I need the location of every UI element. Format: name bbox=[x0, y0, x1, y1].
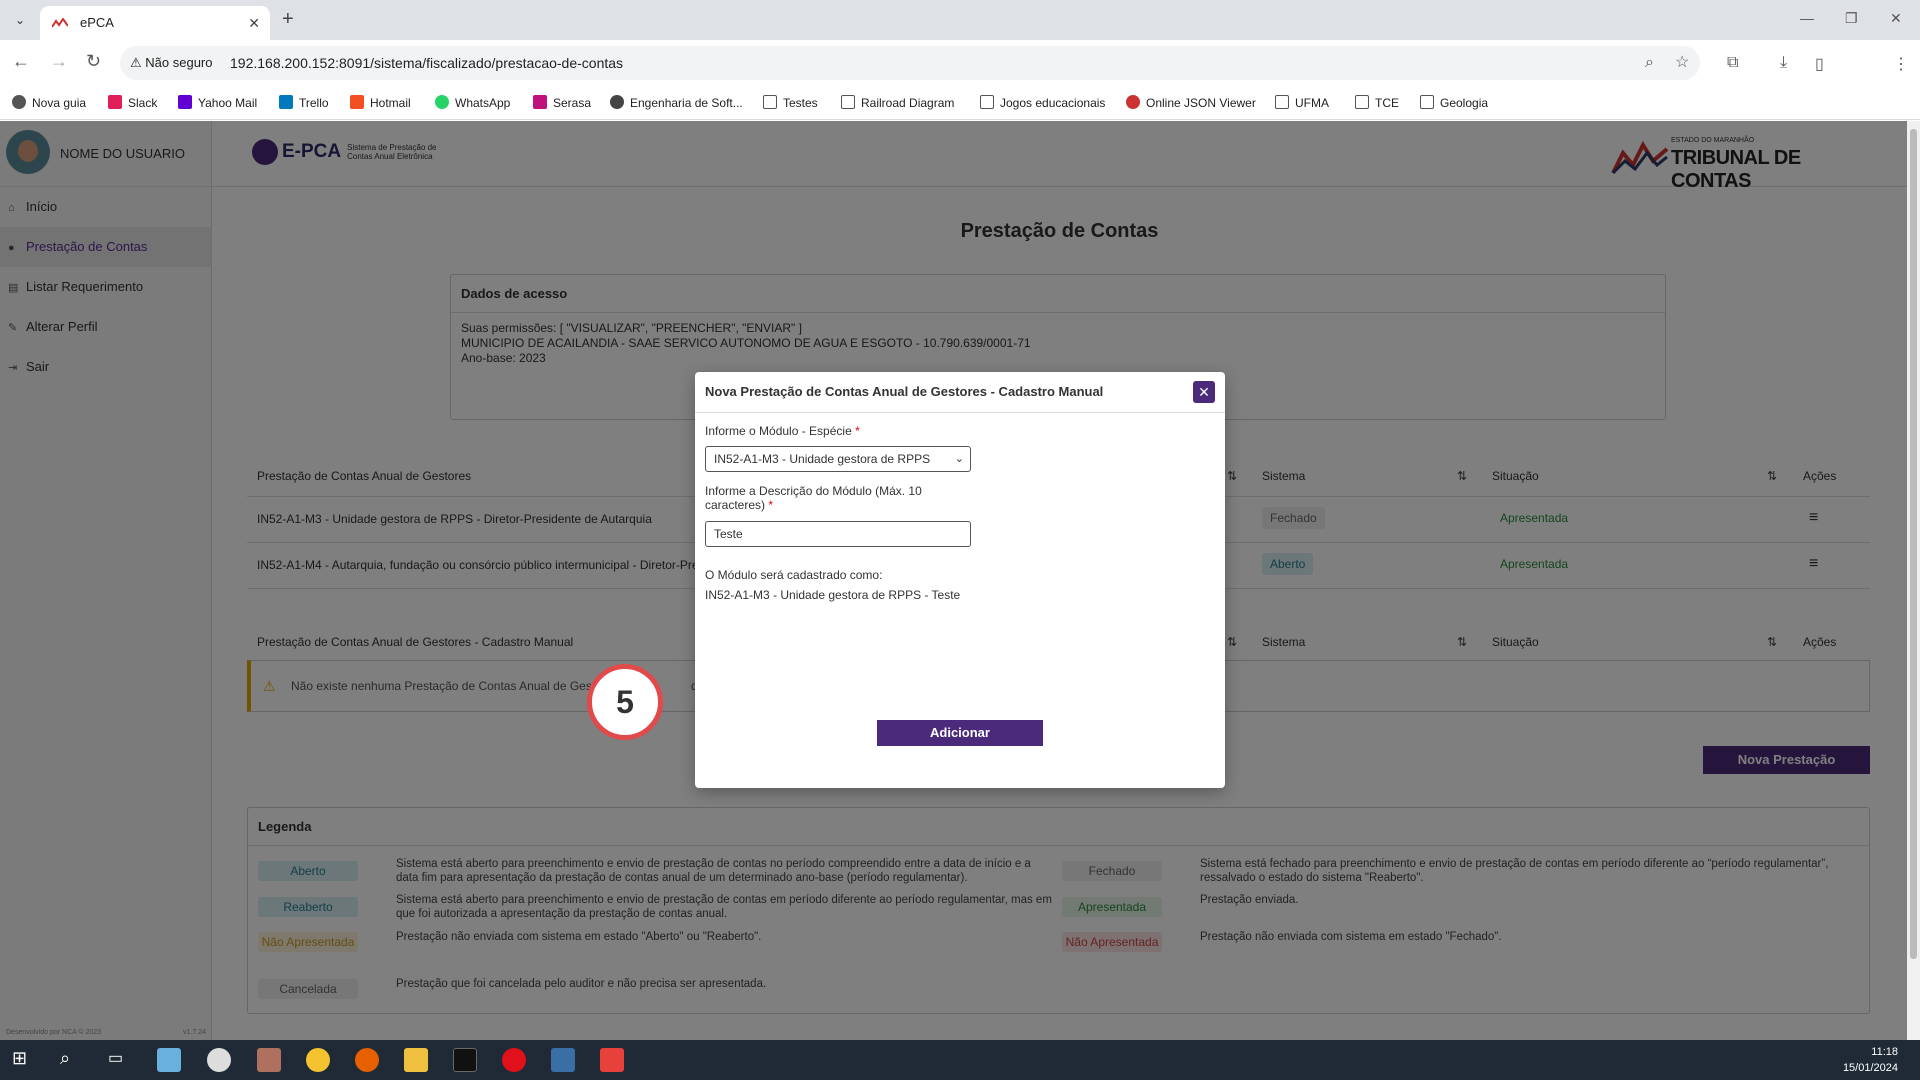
url-field[interactable]: ⚠ Não seguro 192.168.200.152:8091/sistem… bbox=[120, 46, 1700, 80]
download-icon[interactable]: ⤓ bbox=[1780, 54, 1787, 72]
bookmark-item[interactable]: Hotmail bbox=[350, 95, 411, 110]
bookmark-item[interactable]: Nova guia bbox=[12, 95, 86, 110]
opera-icon[interactable] bbox=[502, 1048, 526, 1072]
epca-favicon-icon bbox=[52, 18, 68, 28]
bookmark-folder[interactable]: Geologia bbox=[1420, 95, 1488, 110]
bookmark-folder[interactable]: UFMA bbox=[1275, 95, 1329, 110]
bookmark-folder[interactable]: Railroad Diagram bbox=[841, 95, 954, 110]
bookmark-item[interactable]: Trello bbox=[279, 95, 329, 110]
zoom-icon[interactable]: ⌕ bbox=[1645, 46, 1654, 80]
bookmark-item[interactable]: Engenharia de Soft... bbox=[610, 95, 743, 110]
back-icon[interactable]: ← bbox=[12, 51, 30, 72]
cadastro-manual-modal: Nova Prestação de Contas Anual de Gestor… bbox=[695, 372, 1225, 788]
modal-header: Nova Prestação de Contas Anual de Gestor… bbox=[695, 372, 1225, 413]
new-tab-icon[interactable]: + bbox=[282, 8, 294, 31]
tab-title: ePCA bbox=[80, 15, 114, 30]
bookmark-item[interactable]: Online JSON Viewer bbox=[1126, 95, 1256, 110]
close-icon[interactable]: ✕ bbox=[1193, 381, 1215, 403]
reload-icon[interactable]: ↻ bbox=[86, 51, 101, 72]
taskbar-clock[interactable]: 11:18 15/01/2024 bbox=[1843, 1044, 1898, 1076]
add-button[interactable]: Adicionar bbox=[877, 720, 1043, 746]
close-window-icon[interactable]: ✕ bbox=[1890, 10, 1902, 27]
restore-icon[interactable]: ❐ bbox=[1845, 10, 1858, 27]
modal-title: Nova Prestação de Contas Anual de Gestor… bbox=[705, 384, 1104, 399]
bookmarks-bar: Nova guia Slack Yahoo Mail Trello Hotmai… bbox=[0, 86, 1920, 120]
bookmark-folder[interactable]: Testes bbox=[763, 95, 818, 110]
task-view-icon[interactable]: ▭ bbox=[108, 1048, 132, 1072]
sidepanel-icon[interactable]: ▯ bbox=[1815, 54, 1824, 74]
bookmark-item[interactable]: WhatsApp bbox=[435, 95, 510, 110]
chevron-down-icon: ⌄ bbox=[954, 453, 964, 465]
address-bar: ← → ↻ ⚠ Não seguro 192.168.200.152:8091/… bbox=[0, 40, 1920, 112]
app-icon[interactable] bbox=[207, 1048, 231, 1072]
browser-menu-icon[interactable]: ⋮ bbox=[1893, 54, 1909, 74]
tab-search-icon[interactable]: ⌄ bbox=[10, 10, 30, 30]
bookmark-folder[interactable]: Jogos educacionais bbox=[980, 95, 1105, 110]
firefox-icon[interactable] bbox=[355, 1048, 379, 1072]
url-text: 192.168.200.152:8091/sistema/fiscalizado… bbox=[230, 55, 624, 71]
browser-tab-bar: ⌄ ePCA ✕ + — ❐ ✕ bbox=[0, 0, 1920, 40]
module-select[interactable]: IN52-A1-M3 - Unidade gestora de RPPS ⌄ bbox=[705, 446, 971, 472]
forward-icon[interactable]: → bbox=[50, 51, 68, 72]
file-explorer-icon[interactable] bbox=[404, 1048, 428, 1072]
result-label: O Módulo será cadastrado como: bbox=[705, 568, 883, 582]
bookmark-item[interactable]: Slack bbox=[108, 95, 157, 110]
bookmark-folder[interactable]: TCE bbox=[1355, 95, 1399, 110]
chrome-icon[interactable] bbox=[306, 1048, 330, 1072]
bookmark-star-icon[interactable]: ☆ bbox=[1675, 46, 1689, 80]
minimize-icon[interactable]: — bbox=[1800, 10, 1814, 26]
bookmark-item[interactable]: Serasa bbox=[533, 95, 591, 110]
extensions-icon[interactable]: ⧉ bbox=[1727, 54, 1738, 72]
tab-close-icon[interactable]: ✕ bbox=[248, 6, 260, 40]
browser-tab[interactable]: ePCA ✕ bbox=[40, 6, 270, 40]
description-label: Informe a Descrição do Módulo (Máx. 10 c… bbox=[705, 484, 922, 512]
search-icon[interactable]: ⌕ bbox=[60, 1048, 84, 1072]
result-value: IN52-A1-M3 - Unidade gestora de RPPS - T… bbox=[705, 588, 961, 602]
windows-start-icon[interactable]: ⊞ bbox=[12, 1048, 36, 1072]
calculator-icon[interactable] bbox=[551, 1048, 575, 1072]
description-input[interactable] bbox=[705, 521, 971, 547]
module-label: Informe o Módulo - Espécie * bbox=[705, 424, 860, 438]
security-label: Não seguro bbox=[145, 55, 213, 70]
step-marker: 5 bbox=[587, 664, 663, 740]
terminal-icon[interactable] bbox=[453, 1048, 477, 1072]
notepad-icon[interactable] bbox=[157, 1048, 181, 1072]
app-icon[interactable] bbox=[257, 1048, 281, 1072]
security-warning[interactable]: ⚠ Não seguro bbox=[130, 46, 213, 80]
page-scrollbar[interactable] bbox=[1907, 121, 1920, 1040]
anydesk-icon[interactable] bbox=[600, 1048, 624, 1072]
bookmark-item[interactable]: Yahoo Mail bbox=[178, 95, 257, 110]
windows-taskbar: ⊞ ⌕ ▭ 11:18 15/01/2024 bbox=[0, 1040, 1920, 1080]
